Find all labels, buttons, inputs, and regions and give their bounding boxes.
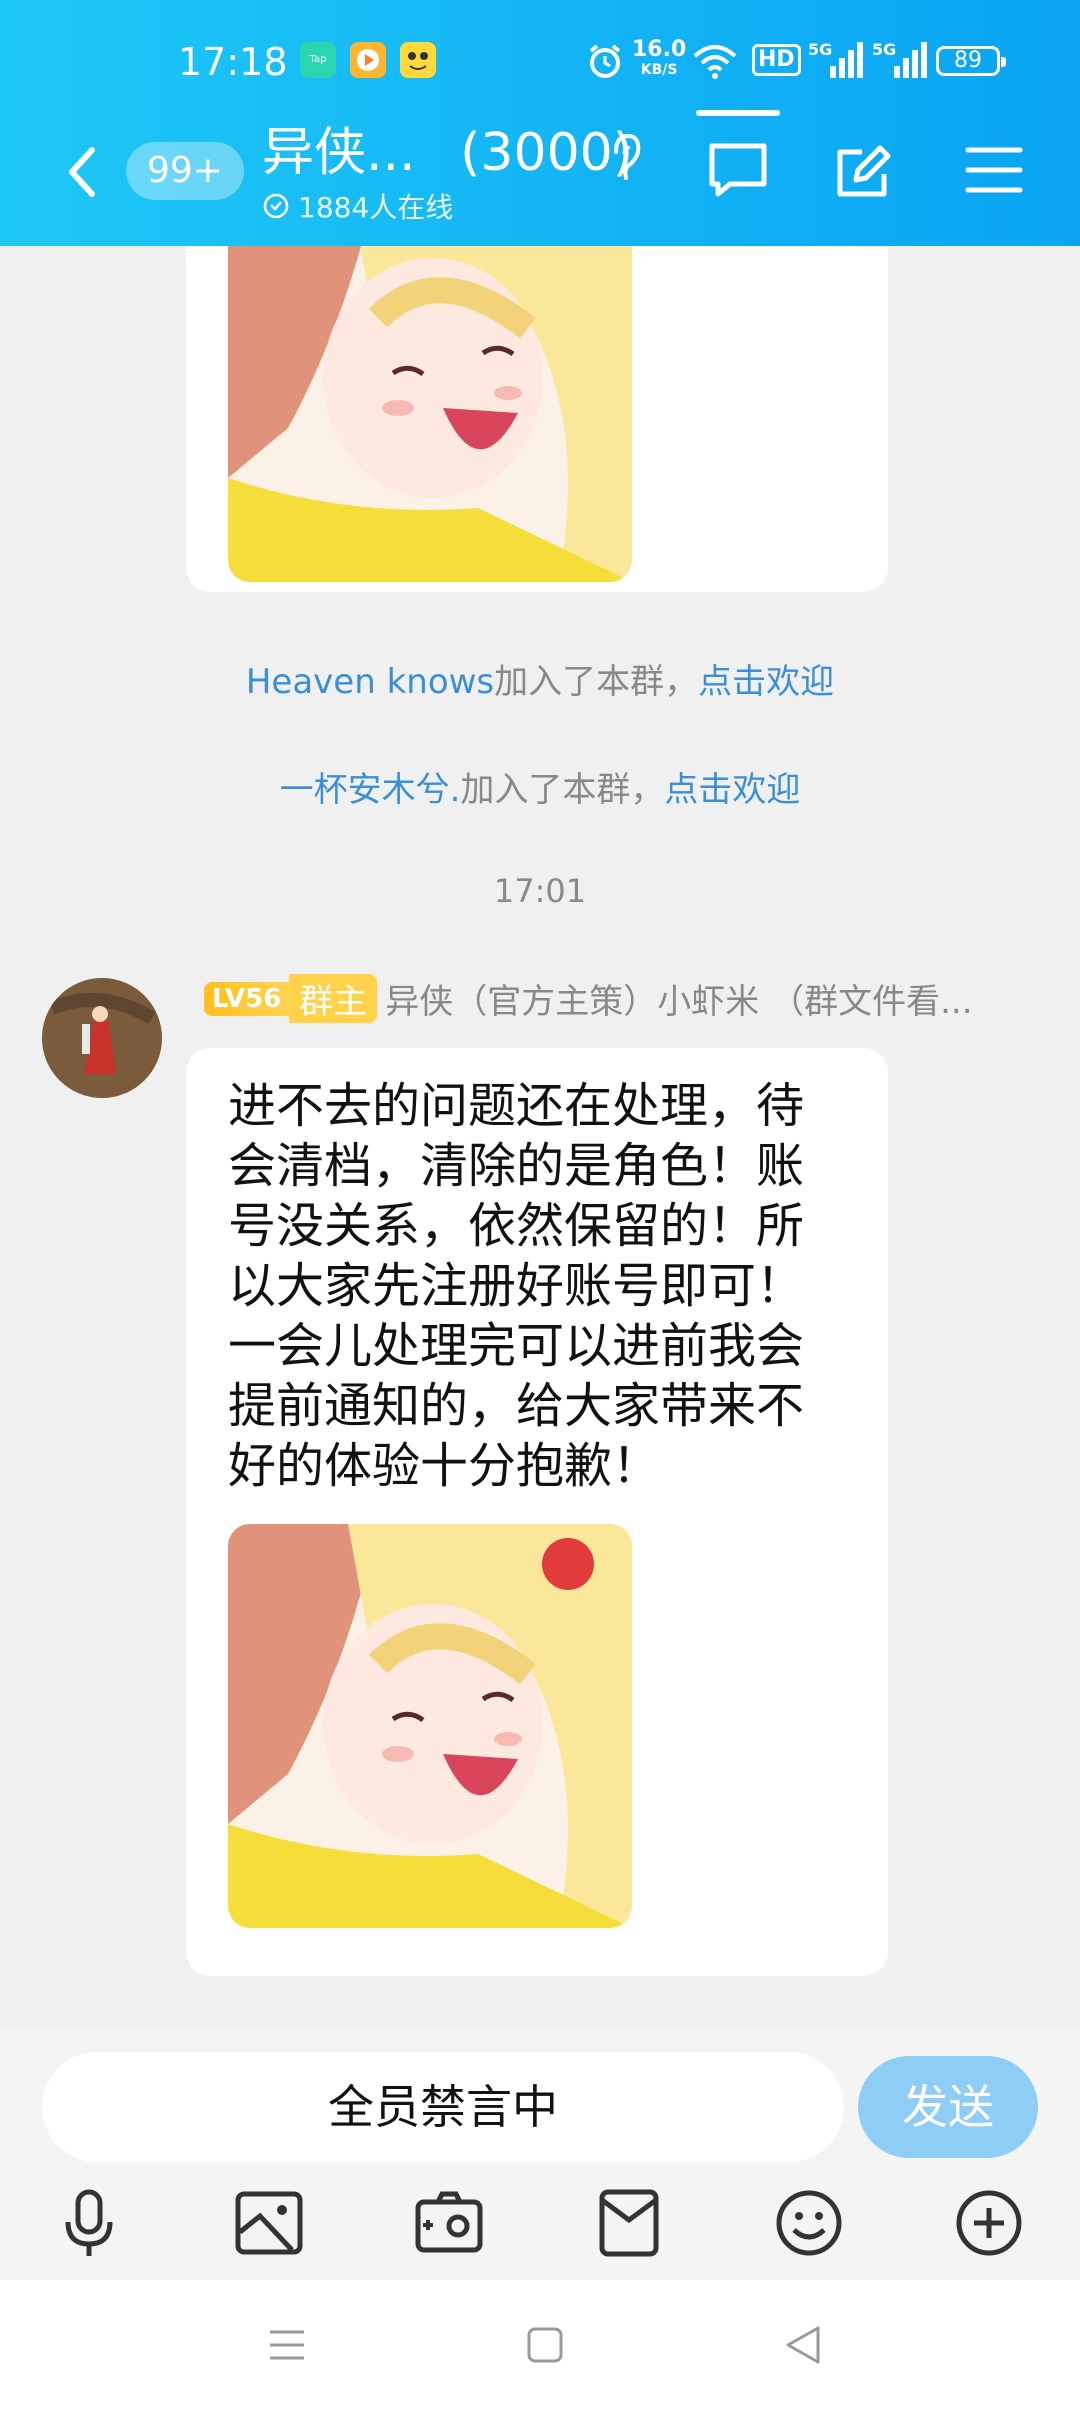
recent-apps-icon[interactable] [262, 2320, 312, 2370]
joined-user-link[interactable]: 一杯安木兮. [280, 770, 461, 810]
online-status: 1884人在线 [262, 186, 682, 226]
sender-avatar[interactable] [42, 978, 162, 1098]
back-icon[interactable] [778, 2320, 828, 2370]
muted-input-field[interactable]: 全员禁言中 [42, 2052, 844, 2162]
red-packet-icon[interactable] [592, 2186, 666, 2260]
video-app-icon [350, 42, 386, 78]
system-navigation-bar [0, 2280, 1080, 2412]
join-notice: Heaven knows加入了本群，点击欢迎 [0, 654, 1080, 703]
nav-bar: 99+ 异侠... (3000) 1884人在线 [0, 120, 1080, 230]
wifi-icon [693, 45, 737, 79]
hd-voice-indicator: HD [752, 44, 801, 76]
status-bar: 17:18 Tap 16.0 KB/S HD 5G 5G 89 [0, 36, 1080, 86]
message-text[interactable]: 进不去的问题还在处理，待会清档，清除的是角色！账号没关系，依然保留的！所以大家先… [228, 1076, 848, 1496]
chat-area[interactable]: Heaven knows加入了本群，点击欢迎 一杯安木兮.加入了本群，点击欢迎 … [0, 246, 1080, 2028]
message-bubble[interactable] [186, 246, 888, 592]
alarm-icon [589, 44, 621, 78]
image-icon[interactable] [232, 2186, 306, 2260]
welcome-link[interactable]: 点击欢迎 [664, 770, 800, 810]
sticker-image[interactable] [228, 1524, 632, 1928]
plus-icon[interactable] [952, 2186, 1026, 2260]
battery-indicator: 89 [936, 46, 1006, 76]
active-tab-indicator [696, 110, 780, 116]
signal-2-icon: 5G [872, 40, 928, 80]
joined-user-link[interactable]: Heaven knows [246, 662, 494, 702]
sender-name[interactable]: 异侠（官方主策）小虾米 （群文件看... [385, 974, 972, 1023]
sticker-image[interactable] [228, 246, 632, 582]
ear-icon[interactable] [608, 130, 644, 186]
chat-header: 17:18 Tap 16.0 KB/S HD 5G 5G 89 99+ 异侠..… [0, 0, 1080, 246]
welcome-link[interactable]: 点击欢迎 [698, 662, 834, 702]
reading-app-icon [400, 42, 436, 78]
app-notification-icon: Tap [300, 42, 336, 78]
back-arrow-icon[interactable] [58, 142, 108, 202]
signal-1-icon: 5G [808, 40, 864, 80]
camera-icon[interactable] [412, 2186, 486, 2260]
level-badge: LV56 [204, 981, 290, 1016]
net-speed-unit: KB/S [640, 62, 678, 78]
send-button[interactable]: 发送 [858, 2056, 1038, 2158]
menu-icon[interactable] [962, 138, 1026, 202]
join-text: 加入了本群， [494, 662, 699, 702]
home-icon[interactable] [520, 2320, 570, 2370]
status-time: 17:18 [178, 40, 288, 84]
unread-count-badge[interactable]: 99+ [126, 142, 244, 200]
sender-info: LV56 群主 异侠（官方主策）小虾米 （群文件看... [204, 974, 973, 1023]
owner-badge: 群主 [289, 974, 378, 1023]
join-text: 加入了本群， [460, 770, 665, 810]
group-name: 异侠... [262, 123, 416, 183]
online-check-icon [263, 193, 289, 219]
network-speed: 16.0 KB/S [632, 37, 687, 80]
input-area: 全员禁言中 发送 [0, 2028, 1080, 2280]
message-bubble[interactable]: 进不去的问题还在处理，待会清档，清除的是角色！账号没关系，依然保留的！所以大家先… [186, 1048, 888, 1976]
chat-bubble-icon[interactable] [706, 138, 770, 202]
online-count: 1884人在线 [298, 191, 454, 224]
emoji-icon[interactable] [772, 2186, 846, 2260]
microphone-icon[interactable] [52, 2186, 126, 2260]
net-speed-value: 16.0 [632, 37, 687, 62]
join-notice: 一杯安木兮.加入了本群，点击欢迎 [0, 762, 1080, 811]
edit-icon[interactable] [832, 138, 896, 202]
message-timestamp: 17:01 [493, 872, 587, 910]
